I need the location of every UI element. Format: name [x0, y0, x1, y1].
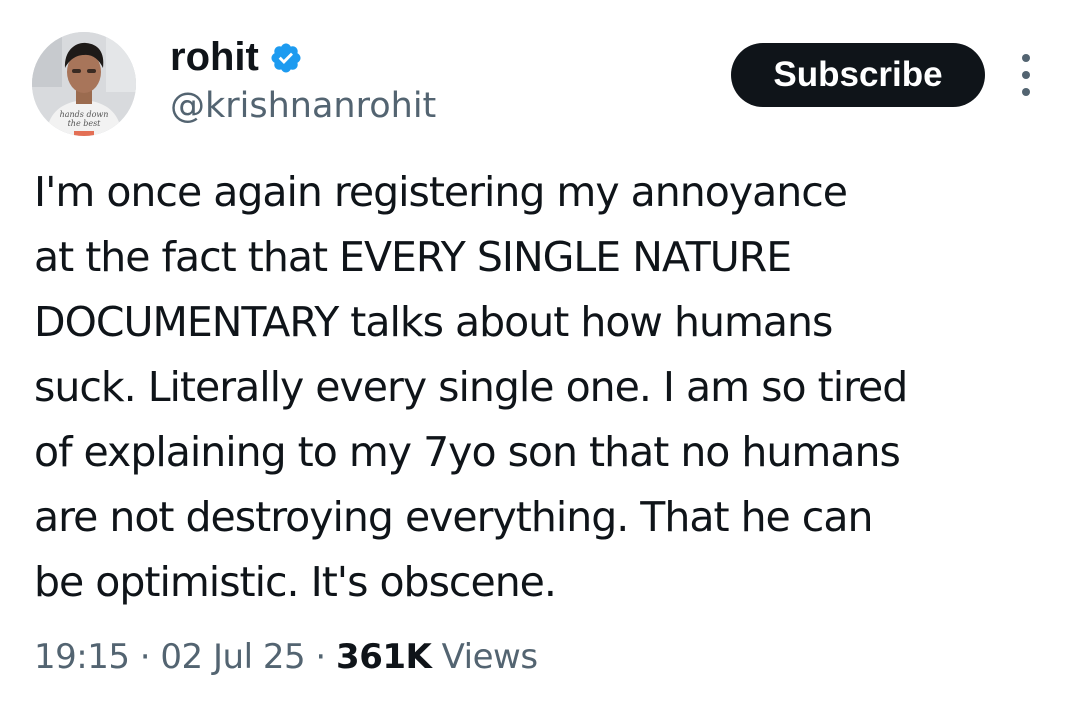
tweet-text: I'm once again registering my annoyance …	[34, 168, 908, 606]
more-options-icon[interactable]	[1010, 54, 1042, 96]
avatar-shirt-text: hands down the best	[59, 110, 109, 128]
more-dot	[1022, 88, 1030, 96]
author-name[interactable]: rohit	[170, 34, 303, 80]
display-name[interactable]: rohit	[170, 34, 259, 80]
views-label: Views	[431, 637, 538, 677]
views-count[interactable]: 361K	[336, 637, 432, 677]
verified-badge-icon	[269, 41, 303, 75]
avatar[interactable]: hands down the best	[32, 32, 136, 136]
tweet-time[interactable]: 19:15	[34, 637, 130, 677]
more-dot	[1022, 54, 1030, 62]
tweet-meta: 19:15 · 02 Jul 25 · 361K Views	[34, 632, 538, 682]
meta-separator: ·	[305, 637, 337, 677]
more-dot	[1022, 71, 1030, 79]
author-handle[interactable]: @krishnanrohit	[170, 84, 436, 128]
subscribe-button[interactable]: Subscribe	[731, 43, 985, 107]
tweet-date[interactable]: 02 Jul 25	[160, 637, 305, 677]
meta-separator: ·	[129, 637, 161, 677]
